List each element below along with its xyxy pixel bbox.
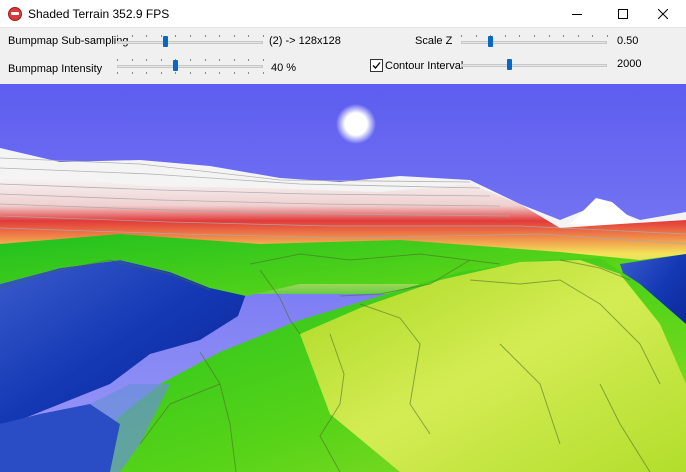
title-bar[interactable]: Shaded Terrain 352.9 FPS bbox=[0, 0, 686, 28]
bumpmap-intensity-slider[interactable] bbox=[117, 58, 264, 74]
bumpmap-subsampling-slider[interactable] bbox=[117, 34, 264, 50]
slider-tick bbox=[504, 35, 506, 37]
slider-ticks bbox=[117, 35, 264, 37]
slider-tick bbox=[160, 72, 162, 74]
slider-tick bbox=[146, 35, 148, 37]
slider-tick bbox=[233, 59, 235, 61]
slider-tick bbox=[160, 35, 162, 37]
slider-tick bbox=[219, 59, 221, 61]
slider-tick bbox=[175, 35, 177, 37]
slider-tick bbox=[519, 35, 521, 37]
slider-track bbox=[117, 65, 263, 68]
slider-tick bbox=[190, 72, 191, 74]
scale-z-label: Scale Z bbox=[415, 35, 453, 47]
slider-thumb[interactable] bbox=[507, 59, 513, 70]
contour-interval-slider[interactable] bbox=[461, 57, 607, 73]
checkmark-icon bbox=[372, 62, 381, 69]
terrain-render bbox=[0, 84, 686, 472]
close-icon bbox=[658, 9, 668, 19]
minimize-button[interactable] bbox=[554, 0, 600, 28]
slider-ticks bbox=[461, 35, 608, 37]
slider-tick bbox=[131, 59, 133, 61]
slider-tick bbox=[146, 72, 148, 74]
slider-tick bbox=[548, 35, 550, 37]
terrain-viewport[interactable] bbox=[0, 84, 686, 472]
slider-tick bbox=[563, 35, 565, 37]
slider-tick bbox=[190, 59, 191, 61]
slider-tick bbox=[175, 72, 177, 74]
slider-tick bbox=[117, 35, 118, 37]
slider-tick bbox=[219, 72, 221, 74]
app-icon[interactable] bbox=[8, 7, 22, 21]
slider-tick bbox=[160, 59, 162, 61]
slider-tick bbox=[233, 72, 235, 74]
slider-track bbox=[461, 64, 607, 67]
bumpmap-subsampling-label: Bumpmap Sub-sampling bbox=[8, 35, 129, 47]
sun bbox=[336, 104, 376, 144]
slider-tick bbox=[592, 35, 594, 37]
slider-tick bbox=[263, 59, 264, 61]
slider-tick bbox=[263, 72, 264, 74]
slider-tick bbox=[204, 72, 206, 74]
slider-thumb[interactable] bbox=[163, 36, 169, 47]
bumpmap-intensity-label: Bumpmap Intensity bbox=[8, 63, 103, 75]
slider-thumb[interactable] bbox=[488, 36, 494, 47]
slider-tick bbox=[190, 35, 191, 37]
slider-tick bbox=[534, 35, 535, 37]
contour-interval-value: 2000 bbox=[617, 58, 642, 70]
slider-tick bbox=[248, 59, 250, 61]
slider-tick bbox=[131, 35, 133, 37]
slider-tick bbox=[233, 35, 235, 37]
slider-ticks bbox=[117, 59, 264, 61]
minimize-icon bbox=[572, 14, 582, 15]
scale-z-slider[interactable] bbox=[461, 34, 608, 50]
slider-tick bbox=[131, 72, 133, 74]
slider-tick bbox=[577, 35, 579, 37]
slider-tick bbox=[248, 72, 250, 74]
close-button[interactable] bbox=[640, 0, 686, 28]
slider-track bbox=[117, 41, 263, 44]
window-title: Shaded Terrain 352.9 FPS bbox=[28, 7, 170, 21]
scale-z-value: 0.50 bbox=[617, 35, 639, 47]
slider-tick bbox=[117, 59, 118, 61]
slider-track bbox=[461, 41, 607, 44]
maximize-icon bbox=[618, 9, 628, 19]
slider-tick bbox=[219, 35, 221, 37]
slider-tick bbox=[204, 59, 206, 61]
slider-ticks bbox=[117, 72, 264, 74]
slider-tick bbox=[263, 35, 264, 37]
slider-thumb[interactable] bbox=[173, 60, 179, 71]
slider-tick bbox=[461, 35, 462, 37]
bumpmap-subsampling-value: (2) -> 128x128 bbox=[269, 35, 341, 47]
slider-tick bbox=[146, 59, 148, 61]
slider-tick bbox=[248, 35, 250, 37]
bumpmap-intensity-value: 40 % bbox=[271, 62, 297, 74]
controls-panel: Bumpmap Sub-sampling (2) -> 128x128 Scal… bbox=[0, 28, 686, 84]
slider-tick bbox=[117, 72, 118, 74]
slider-tick bbox=[607, 35, 608, 37]
contour-interval-label: Contour Interval bbox=[385, 60, 464, 72]
slider-tick bbox=[204, 35, 206, 37]
slider-tick bbox=[475, 35, 477, 37]
contour-interval-checkbox[interactable] bbox=[370, 59, 383, 72]
